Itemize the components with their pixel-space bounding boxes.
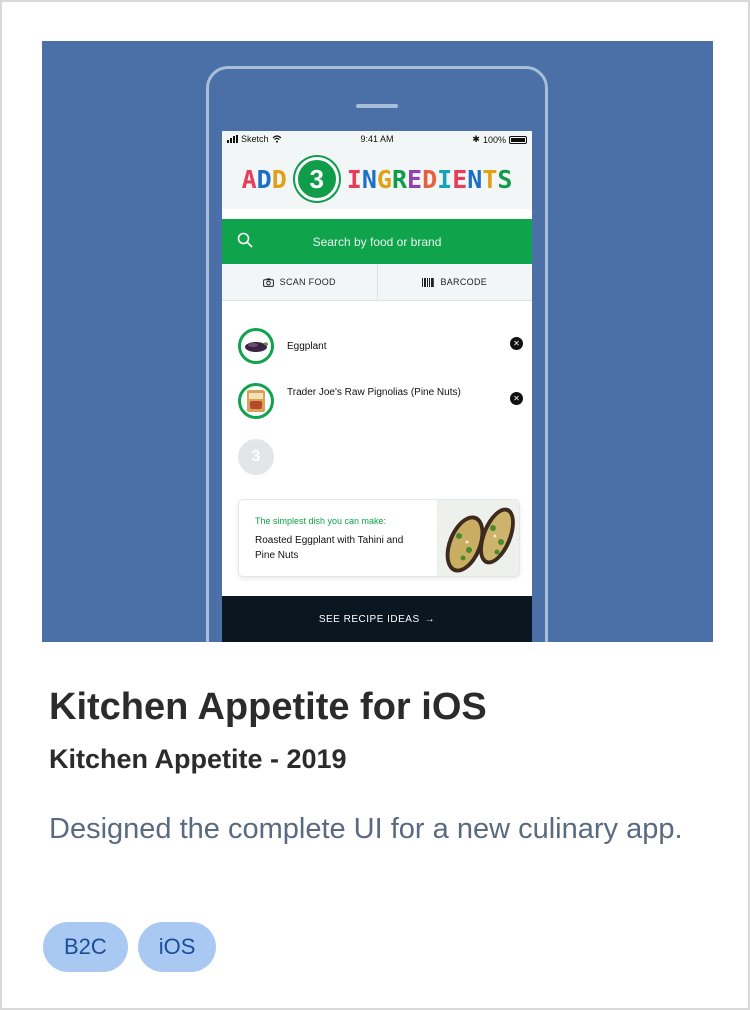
search-placeholder: Search by food or brand <box>312 235 442 249</box>
status-bar: Sketch 9:41 AM ✱ 100% <box>222 131 532 149</box>
empty-ingredient-slot[interactable]: 3 <box>238 439 274 475</box>
dish-suggestion-card[interactable]: The simplest dish you can make: Roasted … <box>238 499 520 577</box>
pine-nuts-thumbnail <box>238 383 274 419</box>
ingredient-count-badge: 3 <box>294 157 339 201</box>
eggplant-thumbnail <box>238 328 274 364</box>
cta-label: SEE RECIPE IDEAS <box>318 613 420 625</box>
dish-kicker: The simplest dish you can make: <box>255 516 387 526</box>
project-description: Designed the complete UI for a new culin… <box>49 813 683 845</box>
project-hero-image: Sketch 9:41 AM ✱ 100% ADD 3 INGREDIENTS … <box>42 41 713 642</box>
title-add: ADD <box>241 164 287 194</box>
phone-speaker <box>356 104 398 108</box>
arrow-right-icon: → <box>424 613 436 625</box>
tag-ios[interactable]: iOS <box>137 922 217 972</box>
screen-title: ADD 3 INGREDIENTS <box>222 149 532 209</box>
scan-actions: SCAN FOOD BARCODE <box>222 264 532 301</box>
ingredient-item[interactable]: Eggplant ✕ <box>238 328 523 364</box>
barcode-label: BARCODE <box>440 277 488 287</box>
tag-list: B2C iOS <box>43 922 217 972</box>
bluetooth-icon: ✱ <box>472 134 480 144</box>
scan-food-label: SCAN FOOD <box>279 277 336 287</box>
phone-screen: Sketch 9:41 AM ✱ 100% ADD 3 INGREDIENTS … <box>222 131 532 642</box>
project-subtitle: Kitchen Appetite - 2019 <box>49 744 347 774</box>
battery-icon <box>509 135 527 144</box>
tag-b2c[interactable]: B2C <box>43 922 128 972</box>
battery-label: 100% <box>482 134 506 145</box>
title-ingredients: INGREDIENTS <box>346 164 513 194</box>
ingredient-name: Trader Joe's Raw Pignolias (Pine Nuts) <box>287 387 461 398</box>
dish-photo <box>437 500 519 576</box>
ingredient-name: Eggplant <box>287 341 327 352</box>
camera-icon <box>262 277 274 287</box>
project-title: Kitchen Appetite for iOS <box>49 686 487 728</box>
remove-ingredient-icon[interactable]: ✕ <box>510 337 523 350</box>
dish-name: Roasted Eggplant with Tahini and Pine Nu… <box>255 535 404 561</box>
search-input[interactable]: Search by food or brand <box>222 219 532 264</box>
project-card[interactable]: Sketch 9:41 AM ✱ 100% ADD 3 INGREDIENTS … <box>0 0 750 1010</box>
ingredient-item[interactable]: Trader Joe's Raw Pignolias (Pine Nuts) ✕ <box>238 383 523 419</box>
barcode-icon <box>422 277 435 287</box>
see-recipe-ideas-button[interactable]: SEE RECIPE IDEAS → <box>222 596 532 642</box>
remove-ingredient-icon[interactable]: ✕ <box>510 392 523 405</box>
barcode-button[interactable]: BARCODE <box>376 264 533 300</box>
scan-food-button[interactable]: SCAN FOOD <box>222 264 377 300</box>
